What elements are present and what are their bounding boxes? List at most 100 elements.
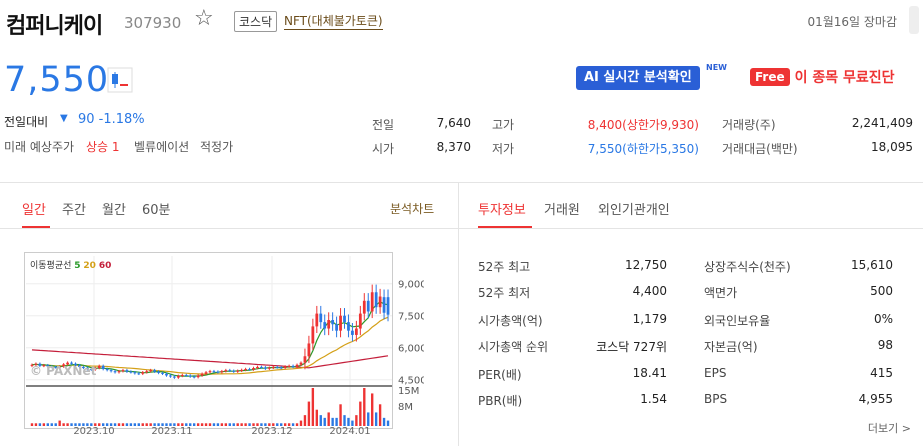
- tab-60min[interactable]: 60분: [142, 199, 171, 218]
- volume-bar: [181, 423, 184, 426]
- candle-body: [252, 368, 255, 370]
- down-arrow-icon: ▼: [60, 113, 68, 124]
- candle-body: [180, 375, 184, 377]
- candle-body: [299, 362, 303, 365]
- candle-body: [271, 366, 275, 368]
- invest-label: 외국인보유율: [704, 314, 771, 328]
- volume-bar: [351, 420, 354, 426]
- candle-body: [291, 365, 295, 367]
- valuation-value: 적정가: [200, 140, 234, 154]
- volume-label: 거래량(주): [722, 118, 776, 132]
- scrollbar[interactable]: [909, 6, 919, 34]
- candle-body: [173, 376, 176, 378]
- candle-body: [228, 370, 232, 372]
- candle-body: [335, 324, 338, 331]
- new-badge: NEW: [706, 63, 727, 72]
- volume-bar: [212, 423, 216, 426]
- volume-bar: [94, 423, 97, 426]
- x-tick-label: 2023.12: [251, 426, 292, 434]
- favorite-star-icon[interactable]: ☆: [194, 6, 214, 31]
- volume-bar: [339, 404, 342, 426]
- volume-bar: [98, 423, 101, 426]
- analysis-chart-link[interactable]: 분석차트: [390, 200, 434, 217]
- tab-daily[interactable]: 일간: [22, 199, 46, 218]
- candle-body: [347, 322, 350, 331]
- volume-bar: [264, 423, 267, 426]
- volume-bar: [74, 423, 77, 426]
- volume-bar: [311, 388, 315, 426]
- candle-body: [192, 376, 196, 378]
- market-closed-status: 01월16일 장마감: [807, 15, 897, 29]
- candle-body: [256, 366, 259, 368]
- candle-body: [129, 371, 133, 373]
- volume-bar: [374, 412, 378, 426]
- volume-bar: [133, 423, 137, 426]
- candle-body: [386, 297, 390, 315]
- tab-investor[interactable]: 외인기관개인: [598, 199, 670, 218]
- tab-invest-info[interactable]: 투자정보: [478, 199, 526, 218]
- candle-body: [117, 371, 121, 373]
- free-diagnosis-label: 이 종목 무료진단: [794, 70, 895, 86]
- tab-broker[interactable]: 거래원: [544, 199, 580, 218]
- candle-body: [331, 320, 335, 325]
- invest-label: BPS: [704, 392, 728, 406]
- volume-bar: [192, 423, 196, 426]
- volume-bar: [165, 423, 168, 426]
- stock-code: 307930: [124, 14, 182, 32]
- free-diagnosis-button[interactable]: Free 이 종목 무료진단: [750, 66, 895, 88]
- candle-body: [109, 370, 113, 372]
- volume-bar: [62, 423, 65, 426]
- volume-bar: [276, 423, 279, 426]
- volume-bar: [50, 423, 53, 426]
- volume-bar: [30, 423, 34, 426]
- volume-bar: [54, 423, 57, 426]
- candle-body: [141, 372, 145, 374]
- more-link[interactable]: 더보기 >: [868, 420, 911, 436]
- ai-analysis-button[interactable]: AI 실시간 분석확인: [576, 66, 700, 90]
- volume-bar: [232, 423, 235, 426]
- volume-bar: [323, 417, 326, 426]
- volume-bar: [66, 423, 69, 426]
- candle-body: [378, 296, 382, 308]
- chart-frame: [24, 252, 393, 429]
- volume-bar: [82, 423, 85, 426]
- candle-body: [105, 369, 109, 371]
- change-label: 전일대비: [4, 115, 49, 129]
- tab-monthly[interactable]: 월간: [102, 199, 126, 218]
- prediction-value[interactable]: 상승 1: [86, 138, 120, 155]
- invest-value: 18.41: [632, 366, 667, 380]
- volume-bar: [141, 423, 144, 426]
- volume-tick-label: 15M: [398, 386, 419, 397]
- volume-bar: [299, 420, 303, 426]
- volume-bar: [208, 423, 212, 426]
- volume-bar: [315, 409, 318, 426]
- volume-bar: [121, 423, 125, 426]
- volume-bar: [256, 423, 259, 426]
- volume-bar: [240, 423, 243, 426]
- theme-link[interactable]: NFT(대체불가토큰): [284, 12, 383, 30]
- candle-body: [279, 367, 283, 369]
- volume-bar: [283, 423, 287, 426]
- volume-bar: [228, 423, 231, 426]
- volume-bar: [295, 423, 299, 426]
- y-tick-label: 6,000: [398, 344, 424, 355]
- tab-weekly[interactable]: 주간: [62, 199, 86, 218]
- invest-label: 시가총액 순위: [478, 340, 549, 354]
- invest-label: 시가총액(억): [478, 314, 543, 328]
- candle-body: [295, 364, 299, 367]
- column-divider: [458, 182, 459, 446]
- stock-name: 컴퍼니케이: [6, 14, 103, 39]
- invest-value: 4,400: [632, 284, 667, 298]
- ma-legend-title: 이동평균선: [30, 261, 72, 271]
- invest-value: 1,179: [632, 312, 667, 326]
- invest-label: 상장주식수(천주): [704, 260, 791, 274]
- volume-bar: [248, 423, 251, 426]
- volume-bar: [386, 420, 390, 426]
- candle-body: [121, 370, 125, 372]
- volume-bar: [200, 423, 204, 426]
- price-chart[interactable]: 9,0007,5006,0004,50015M8M2023.10 2023.11 2…: [24, 252, 424, 434]
- volume-bar: [189, 423, 192, 426]
- volume-bar: [367, 412, 370, 426]
- volume-bar: [331, 417, 334, 426]
- candle-body: [283, 366, 287, 368]
